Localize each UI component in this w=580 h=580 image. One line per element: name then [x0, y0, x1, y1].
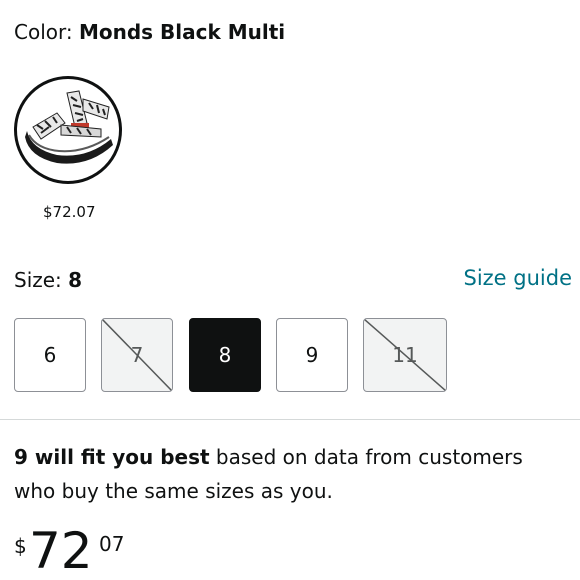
size-option-8[interactable]: 8	[189, 318, 261, 392]
size-option-7[interactable]: 7	[101, 318, 173, 392]
fit-recommendation: 9 will fit you best based on data from c…	[14, 440, 566, 508]
divider	[0, 419, 580, 420]
color-selection: Color: Monds Black Multi	[14, 20, 285, 44]
color-value: Monds Black Multi	[78, 20, 286, 44]
size-option-6[interactable]: 6	[14, 318, 86, 392]
sandal-image	[25, 90, 113, 164]
size-label: Size:	[14, 268, 69, 292]
size-option-9[interactable]: 9	[276, 318, 348, 392]
color-label: Color:	[14, 20, 79, 44]
fit-recommendation-bold: 9 will fit you best	[14, 445, 210, 469]
size-option-label: 9	[305, 343, 319, 367]
size-option-label: 7	[130, 343, 144, 367]
size-option-label: 8	[218, 343, 232, 367]
size-value: 8	[68, 268, 83, 292]
color-swatch-monds-black-multi[interactable]	[14, 76, 122, 184]
size-option-label: 6	[43, 343, 57, 367]
price-currency-symbol: $	[14, 534, 27, 558]
size-selection: Size: 8	[14, 268, 82, 292]
size-option-label: 11	[392, 343, 418, 367]
swatch-price: $72.07	[43, 203, 96, 221]
price-whole: 72	[29, 522, 93, 580]
size-guide-link[interactable]: Size guide	[463, 266, 572, 290]
size-option-11[interactable]: 11	[363, 318, 447, 392]
price-fraction: 07	[99, 532, 125, 556]
